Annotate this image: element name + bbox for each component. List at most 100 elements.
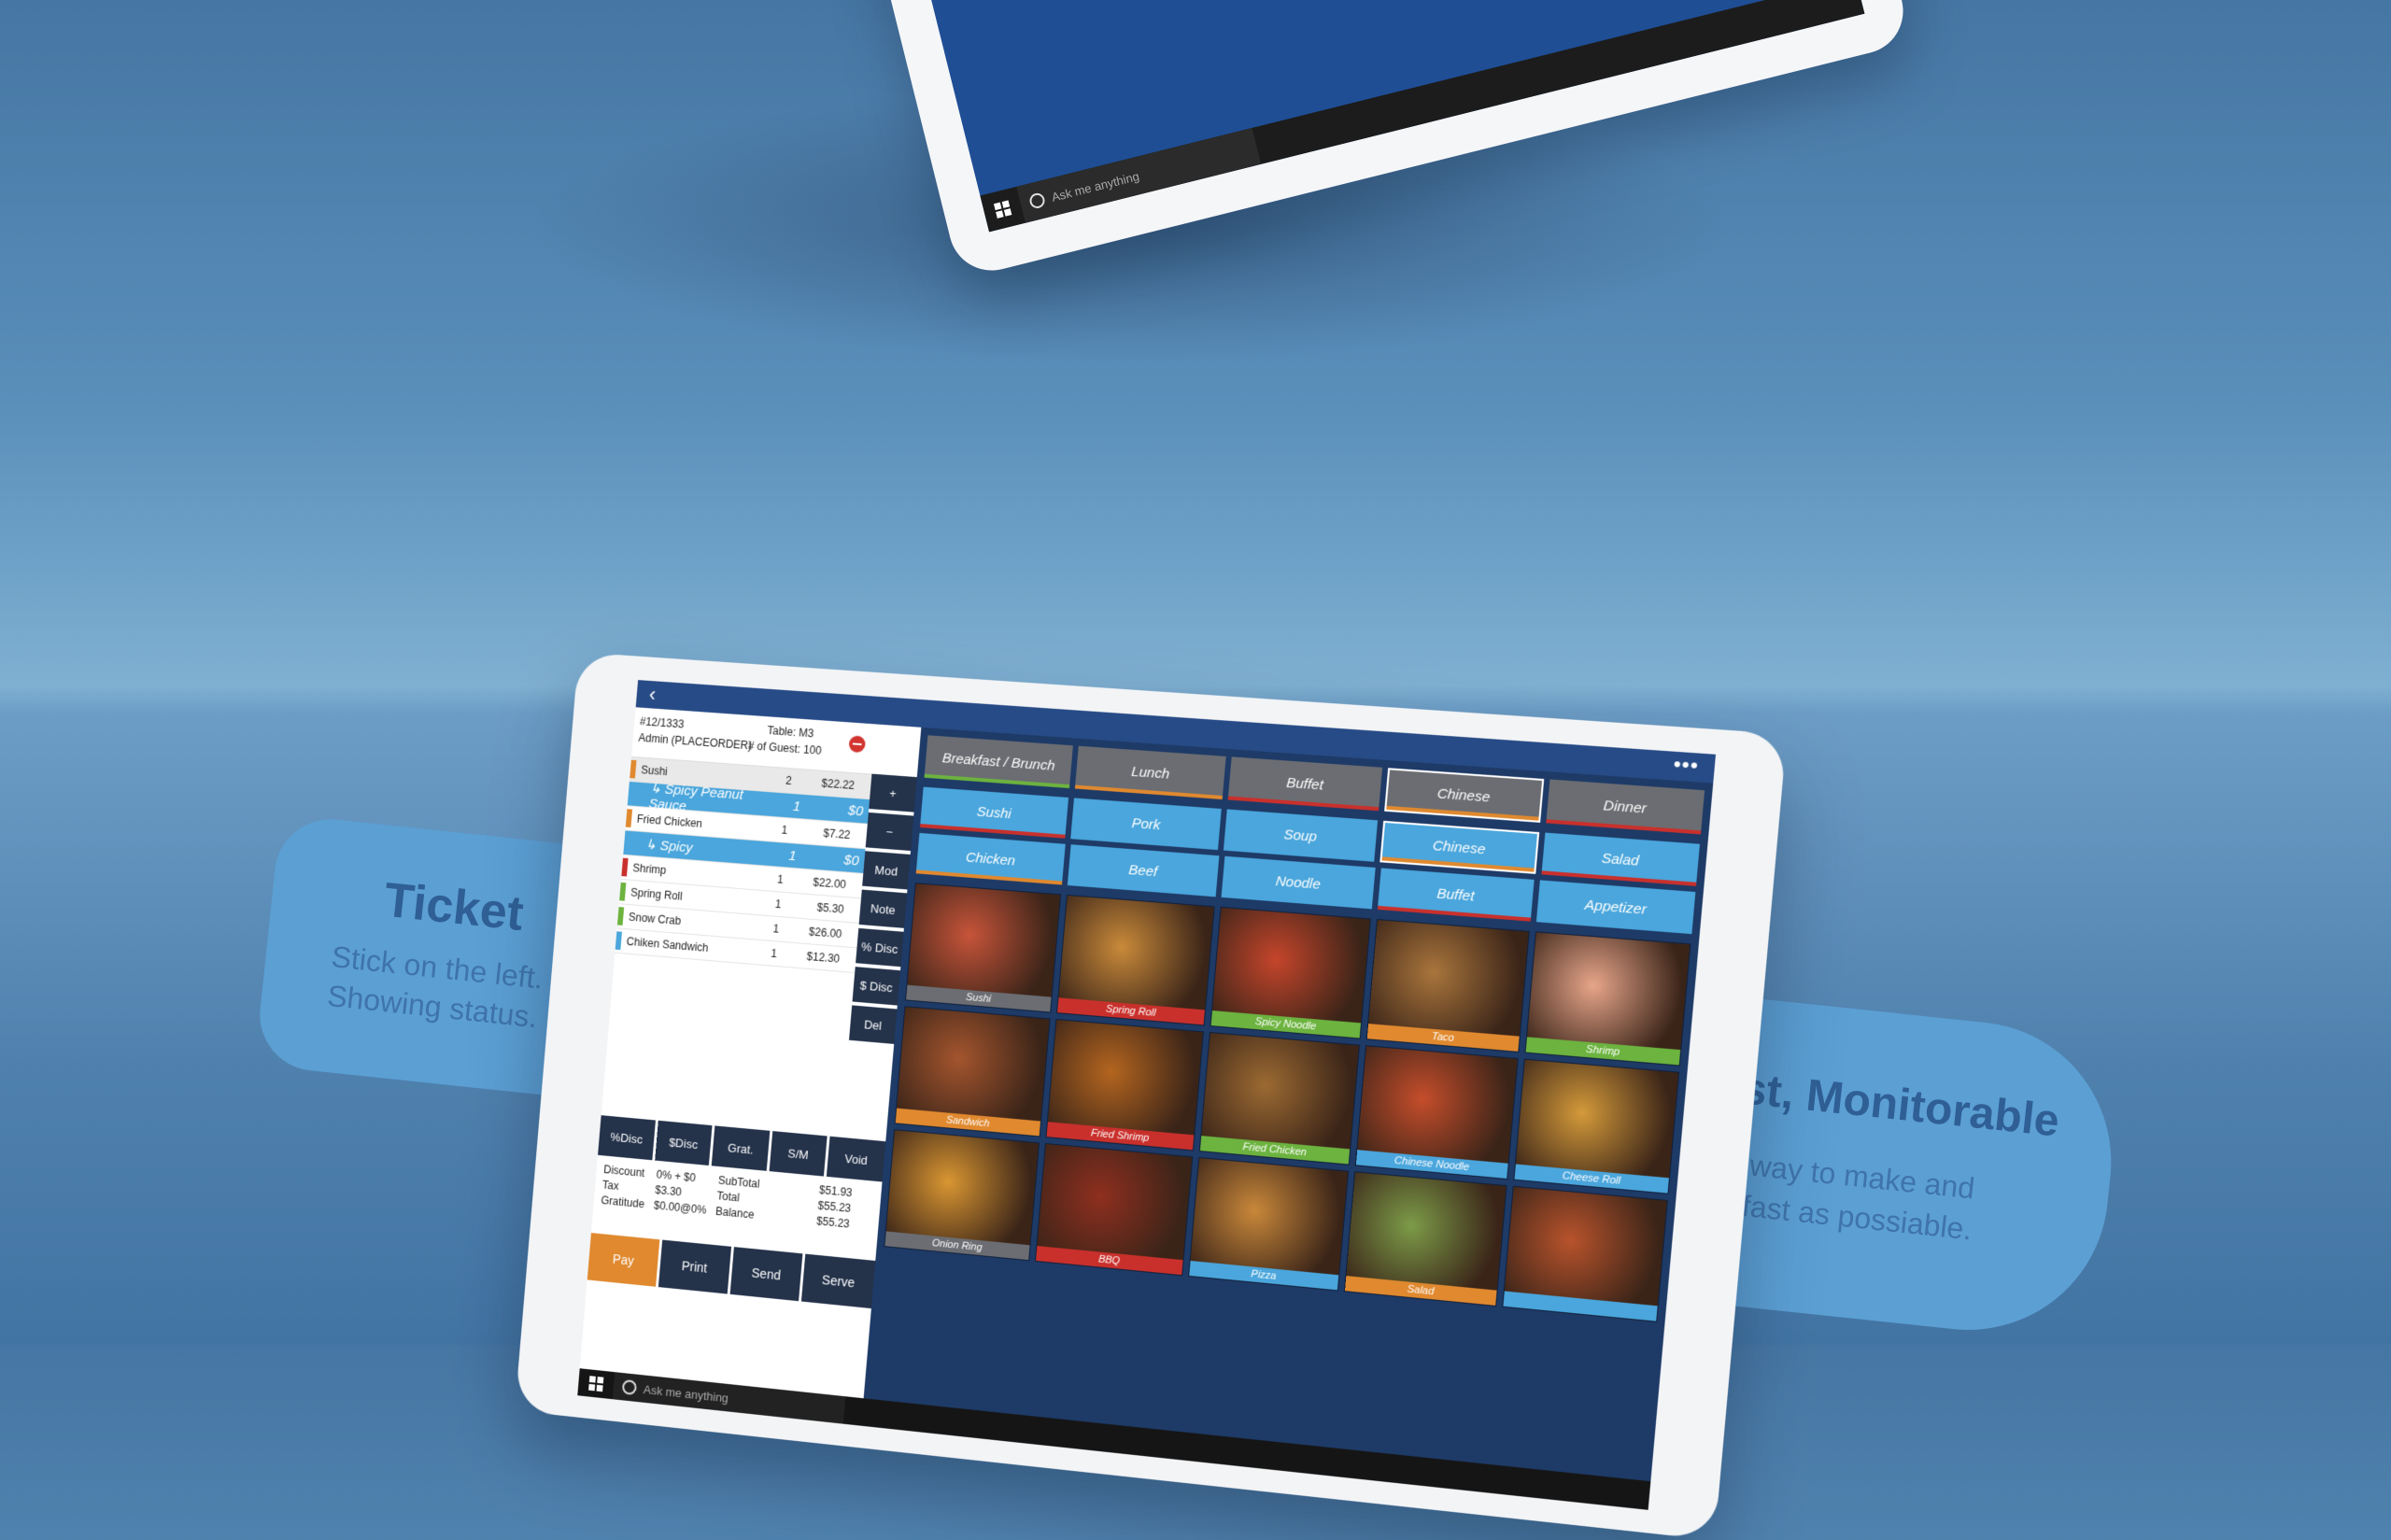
category-tab[interactable]: Chinese <box>1383 768 1545 823</box>
more-options-icon[interactable]: ••• <box>1672 752 1701 779</box>
remove-order-icon[interactable] <box>848 735 867 754</box>
ticket-item-color-bar <box>615 931 622 951</box>
subcategory-button[interactable]: Beef <box>1067 844 1220 897</box>
subcategory-button[interactable]: Pork <box>1070 798 1223 851</box>
food-item[interactable]: Sushi <box>905 883 1062 1013</box>
food-item[interactable]: Cheese Roll <box>1513 1058 1680 1194</box>
food-item[interactable]: Spicy Noodle <box>1210 906 1371 1039</box>
side-button[interactable]: − <box>865 812 914 852</box>
food-item[interactable]: Chinese Noodle <box>1354 1045 1519 1180</box>
ticket-item-color-bar <box>619 882 627 901</box>
food-item[interactable]: Fried Chicken <box>1198 1031 1361 1166</box>
subcategory-button[interactable]: Buffet <box>1377 868 1535 922</box>
side-button[interactable]: + <box>869 773 917 812</box>
windows-start-icon[interactable] <box>993 200 1012 219</box>
menu-panel: Breakfast / Brunch Lunch Buffet Chinese Dinn… <box>861 727 1714 1510</box>
side-button[interactable]: Note <box>858 889 908 928</box>
food-item[interactable]: BBQ <box>1034 1142 1194 1277</box>
ticket-item-name: Shrimp <box>631 861 667 877</box>
food-item[interactable]: Pizza <box>1188 1156 1350 1292</box>
ticket-item-qty: 2 <box>785 773 793 788</box>
ticket-item-name: Spring Roll <box>630 885 684 903</box>
ticket-item-qty: 1 <box>772 922 780 936</box>
adjust-button[interactable]: %Disc <box>598 1115 656 1161</box>
guest-count: # of Guest: 100 <box>747 739 823 757</box>
side-button[interactable]: % Disc <box>856 927 904 968</box>
ticket-callout-title: Ticket <box>381 872 527 942</box>
ticket-item-price: $22.00 <box>812 875 847 892</box>
ticket-item-color-bar <box>630 759 637 779</box>
category-tab[interactable]: Lunch <box>1075 745 1227 800</box>
ticket-item-color-bar <box>616 907 625 925</box>
food-item-label: BBQ <box>1036 1246 1183 1276</box>
main-tablet: ‹ ••• #12/1333 Admin (PLACEORDER) Table:… <box>515 652 1788 1540</box>
category-tab[interactable]: Buffet <box>1228 756 1382 812</box>
food-item[interactable]: Sandwich <box>894 1006 1051 1137</box>
ticket-item-price: $26.00 <box>808 925 842 941</box>
ticket-item-price: $12.30 <box>806 950 841 966</box>
subcategory-button[interactable]: Appetizer <box>1535 880 1696 935</box>
side-button[interactable]: Mod <box>862 851 911 890</box>
order-user: Admin (PLACEORDER) <box>638 730 753 753</box>
food-item[interactable]: Shrimp <box>1524 931 1691 1067</box>
ticket-item-qty: 1 <box>770 946 778 961</box>
ticket-item-price: $22.22 <box>821 776 856 792</box>
food-item-label: Onion Ring <box>884 1231 1030 1261</box>
ticket-item-name: Snow Crab <box>628 910 682 928</box>
food-item-label <box>1503 1291 1658 1321</box>
pos-screen: ‹ ••• #12/1333 Admin (PLACEORDER) Table:… <box>577 680 1717 1510</box>
subcategory-button[interactable]: Soup <box>1224 809 1378 862</box>
side-button[interactable]: $ Disc <box>852 967 901 1006</box>
ticket-items: Sushi 2 $22.22 ↳ Spicy Peanut Sauce 1 $0 Fried… <box>615 756 872 974</box>
adjust-button[interactable]: Grat. <box>711 1125 771 1171</box>
ticket-item-color-bar <box>621 857 629 877</box>
food-item-label: Pizza <box>1189 1260 1339 1291</box>
side-button[interactable]: Del <box>848 1005 898 1044</box>
subcategory-button[interactable]: Noodle <box>1221 855 1376 910</box>
bottom-taskbar-search-text: Ask me anything <box>643 1381 729 1406</box>
category-tab[interactable]: Breakfast / Brunch <box>924 735 1074 789</box>
main-tablet-frame: ‹ ••• #12/1333 Admin (PLACEORDER) Table:… <box>515 652 1788 1540</box>
food-grid: Sushi Spring Roll Spicy Noodle Taco Shrimp Sa… <box>884 883 1691 1322</box>
ticket-item-name: Fried Chicken <box>636 812 703 830</box>
ticket-item-color-bar <box>633 784 640 803</box>
subcategory-button[interactable]: Sushi <box>919 786 1069 839</box>
action-button-pay[interactable]: Pay <box>587 1233 660 1287</box>
top-taskbar-search-text: Ask me anything <box>1050 168 1141 205</box>
cortana-icon <box>621 1378 638 1396</box>
adjust-button[interactable]: $Disc <box>654 1120 713 1166</box>
ticket-item-price: $5.30 <box>816 900 845 916</box>
ticket-item-qty: 1 <box>776 872 785 886</box>
adjust-button[interactable]: S/M <box>769 1131 828 1177</box>
ticket-item-color-bar <box>629 834 635 853</box>
food-item[interactable]: Spring Roll <box>1055 894 1215 1026</box>
category-tab[interactable]: Dinner <box>1546 779 1705 835</box>
action-button-print[interactable]: Print <box>658 1239 731 1294</box>
ticket-item-price: $7.22 <box>822 827 851 842</box>
food-item[interactable]: Onion Ring <box>884 1129 1040 1262</box>
subcategory-button[interactable]: Salad <box>1541 832 1700 886</box>
windows-start-icon[interactable] <box>588 1376 604 1392</box>
order-id: #12/1333 <box>639 714 685 731</box>
subcategory-button[interactable]: Chicken <box>915 832 1066 885</box>
adjust-button[interactable]: Void <box>827 1136 886 1182</box>
ticket-item-qty: 1 <box>774 897 783 911</box>
food-item-label: Salad <box>1344 1276 1497 1306</box>
action-button-send[interactable]: Send <box>729 1247 803 1302</box>
table-number: Table: M3 <box>766 724 814 741</box>
ticket-item-qty: 1 <box>792 798 801 814</box>
ticket-item-price: $0 <box>847 801 864 819</box>
food-item[interactable]: Taco <box>1365 918 1530 1053</box>
back-arrow-icon[interactable]: ‹ <box>648 683 657 707</box>
ticket-item-qty: 1 <box>781 823 788 837</box>
ticket-panel: #12/1333 Admin (PLACEORDER) Table: M3 # … <box>577 707 877 1421</box>
action-button-serve[interactable]: Serve <box>801 1253 876 1309</box>
top-taskbar-search[interactable]: Ask me anything <box>1016 127 1262 223</box>
ticket-item-color-bar <box>625 809 633 828</box>
food-item[interactable]: Fried Shrimp <box>1045 1019 1204 1151</box>
ticket-item-price: $0 <box>842 852 860 869</box>
food-item[interactable] <box>1502 1185 1668 1322</box>
subcategory-button[interactable]: Chinese <box>1379 820 1540 874</box>
cortana-icon <box>1027 191 1047 210</box>
food-item[interactable]: Salad <box>1343 1171 1507 1307</box>
